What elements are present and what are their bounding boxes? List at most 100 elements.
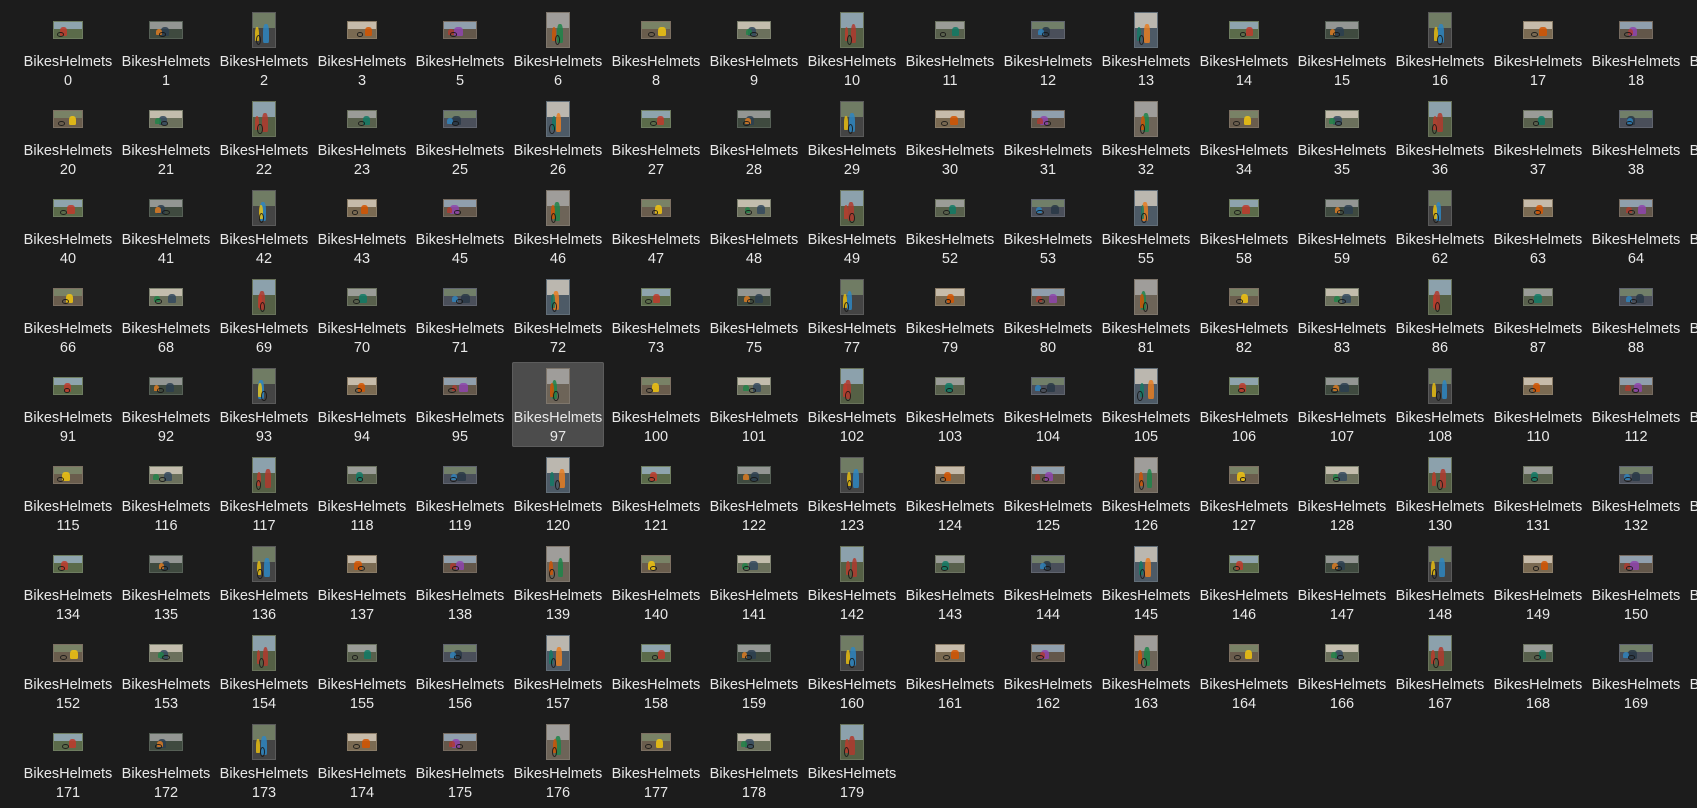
file-item[interactable]: BikesHelmets137 — [316, 540, 408, 625]
file-item[interactable]: BikesHelmets167 — [1394, 629, 1486, 714]
file-item[interactable]: BikesHelmets89 — [1688, 273, 1697, 358]
file-item[interactable]: BikesHelmets55 — [1100, 184, 1192, 269]
file-item[interactable]: BikesHelmets173 — [218, 718, 310, 803]
file-item[interactable]: BikesHelmets158 — [610, 629, 702, 714]
file-item[interactable]: BikesHelmets86 — [1394, 273, 1486, 358]
file-item[interactable]: BikesHelmets170 — [1688, 629, 1697, 714]
file-item[interactable]: BikesHelmets29 — [806, 95, 898, 180]
file-item[interactable]: BikesHelmets93 — [218, 362, 310, 447]
file-item[interactable]: BikesHelmets11 — [904, 6, 996, 91]
file-item[interactable]: BikesHelmets157 — [512, 629, 604, 714]
file-item[interactable]: BikesHelmets32 — [1100, 95, 1192, 180]
file-item[interactable]: BikesHelmets1 — [120, 6, 212, 91]
file-item[interactable]: BikesHelmets126 — [1100, 451, 1192, 536]
file-item[interactable]: BikesHelmets14 — [1198, 6, 1290, 91]
file-item[interactable]: BikesHelmets62 — [1394, 184, 1486, 269]
file-item[interactable]: BikesHelmets97 — [512, 362, 604, 447]
file-item[interactable]: BikesHelmets107 — [1296, 362, 1388, 447]
file-item[interactable]: BikesHelmets114 — [1688, 362, 1697, 447]
file-item[interactable]: BikesHelmets34 — [1198, 95, 1290, 180]
file-item[interactable]: BikesHelmets154 — [218, 629, 310, 714]
file-item[interactable]: BikesHelmets79 — [904, 273, 996, 358]
file-item[interactable]: BikesHelmets121 — [610, 451, 702, 536]
file-item[interactable]: BikesHelmets142 — [806, 540, 898, 625]
file-item[interactable]: BikesHelmets120 — [512, 451, 604, 536]
file-item[interactable]: BikesHelmets22 — [218, 95, 310, 180]
file-item[interactable]: BikesHelmets26 — [512, 95, 604, 180]
file-item[interactable]: BikesHelmets123 — [806, 451, 898, 536]
file-item[interactable]: BikesHelmets28 — [708, 95, 800, 180]
file-item[interactable]: BikesHelmets169 — [1590, 629, 1682, 714]
file-item[interactable]: BikesHelmets81 — [1100, 273, 1192, 358]
file-item[interactable]: BikesHelmets45 — [414, 184, 506, 269]
file-item[interactable]: BikesHelmets178 — [708, 718, 800, 803]
file-item[interactable]: BikesHelmets42 — [218, 184, 310, 269]
file-item[interactable]: BikesHelmets49 — [806, 184, 898, 269]
file-item[interactable]: BikesHelmets155 — [316, 629, 408, 714]
file-item[interactable]: BikesHelmets105 — [1100, 362, 1192, 447]
file-item[interactable]: BikesHelmets153 — [120, 629, 212, 714]
file-item[interactable]: BikesHelmets21 — [120, 95, 212, 180]
file-item[interactable]: BikesHelmets91 — [22, 362, 114, 447]
file-item[interactable]: BikesHelmets63 — [1492, 184, 1584, 269]
file-item[interactable]: BikesHelmets75 — [708, 273, 800, 358]
file-item[interactable]: BikesHelmets147 — [1296, 540, 1388, 625]
file-item[interactable]: BikesHelmets110 — [1492, 362, 1584, 447]
file-item[interactable]: BikesHelmets140 — [610, 540, 702, 625]
file-item[interactable]: BikesHelmets19 — [1688, 6, 1697, 91]
file-item[interactable]: BikesHelmets15 — [1296, 6, 1388, 91]
file-item[interactable]: BikesHelmets124 — [904, 451, 996, 536]
file-item[interactable]: BikesHelmets116 — [120, 451, 212, 536]
file-item[interactable]: BikesHelmets95 — [414, 362, 506, 447]
file-item[interactable]: BikesHelmets172 — [120, 718, 212, 803]
file-item[interactable]: BikesHelmets130 — [1394, 451, 1486, 536]
file-item[interactable]: BikesHelmets72 — [512, 273, 604, 358]
file-item[interactable]: BikesHelmets46 — [512, 184, 604, 269]
file-item[interactable]: BikesHelmets125 — [1002, 451, 1094, 536]
file-item[interactable]: BikesHelmets68 — [120, 273, 212, 358]
file-item[interactable]: BikesHelmets30 — [904, 95, 996, 180]
file-item[interactable]: BikesHelmets27 — [610, 95, 702, 180]
file-item[interactable]: BikesHelmets118 — [316, 451, 408, 536]
file-item[interactable]: BikesHelmets48 — [708, 184, 800, 269]
file-item[interactable]: BikesHelmets37 — [1492, 95, 1584, 180]
file-item[interactable]: BikesHelmets23 — [316, 95, 408, 180]
file-item[interactable]: BikesHelmets131 — [1492, 451, 1584, 536]
file-item[interactable]: BikesHelmets162 — [1002, 629, 1094, 714]
file-item[interactable]: BikesHelmets94 — [316, 362, 408, 447]
file-item[interactable]: BikesHelmets146 — [1198, 540, 1290, 625]
file-item[interactable]: BikesHelmets71 — [414, 273, 506, 358]
file-item[interactable]: BikesHelmets13 — [1100, 6, 1192, 91]
file-item[interactable]: BikesHelmets175 — [414, 718, 506, 803]
file-item[interactable]: BikesHelmets18 — [1590, 6, 1682, 91]
file-item[interactable]: BikesHelmets128 — [1296, 451, 1388, 536]
file-item[interactable]: BikesHelmets8 — [610, 6, 702, 91]
file-item[interactable]: BikesHelmets101 — [708, 362, 800, 447]
file-item[interactable]: BikesHelmets9 — [708, 6, 800, 91]
file-item[interactable]: BikesHelmets73 — [610, 273, 702, 358]
file-item[interactable]: BikesHelmets20 — [22, 95, 114, 180]
file-item[interactable]: BikesHelmets12 — [1002, 6, 1094, 91]
file-item[interactable]: BikesHelmets133 — [1688, 451, 1697, 536]
file-item[interactable]: BikesHelmets148 — [1394, 540, 1486, 625]
file-item[interactable]: BikesHelmets70 — [316, 273, 408, 358]
file-item[interactable]: BikesHelmets69 — [218, 273, 310, 358]
file-item[interactable]: BikesHelmets77 — [806, 273, 898, 358]
file-item[interactable]: BikesHelmets164 — [1198, 629, 1290, 714]
file-item[interactable]: BikesHelmets65 — [1688, 184, 1697, 269]
file-item[interactable]: BikesHelmets135 — [120, 540, 212, 625]
file-item[interactable]: BikesHelmets17 — [1492, 6, 1584, 91]
file-item[interactable]: BikesHelmets166 — [1296, 629, 1388, 714]
file-item[interactable]: BikesHelmets117 — [218, 451, 310, 536]
file-item[interactable]: BikesHelmets179 — [806, 718, 898, 803]
file-item[interactable]: BikesHelmets43 — [316, 184, 408, 269]
file-item[interactable]: BikesHelmets122 — [708, 451, 800, 536]
file-item[interactable]: BikesHelmets163 — [1100, 629, 1192, 714]
file-item[interactable]: BikesHelmets134 — [22, 540, 114, 625]
file-item[interactable]: BikesHelmets168 — [1492, 629, 1584, 714]
file-item[interactable]: BikesHelmets66 — [22, 273, 114, 358]
file-item[interactable]: BikesHelmets143 — [904, 540, 996, 625]
file-item[interactable]: BikesHelmets138 — [414, 540, 506, 625]
file-item[interactable]: BikesHelmets38 — [1590, 95, 1682, 180]
file-item[interactable]: BikesHelmets16 — [1394, 6, 1486, 91]
